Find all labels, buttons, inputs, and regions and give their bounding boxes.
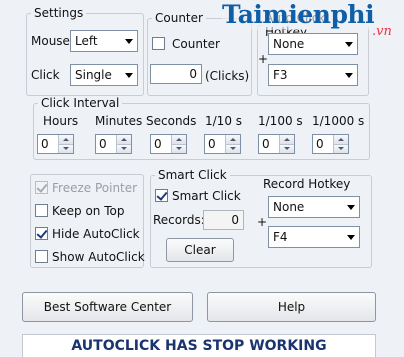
mouse-button-select[interactable]: Left bbox=[70, 30, 138, 52]
watermark-logo-suffix: .vn bbox=[372, 24, 392, 39]
hundredths-spinner[interactable]: 0 bbox=[258, 134, 295, 154]
spin-down-icon[interactable] bbox=[59, 144, 73, 153]
freeze-pointer-label[interactable]: Freeze Pointer bbox=[52, 180, 137, 196]
click-interval-legend: Click Interval bbox=[41, 96, 120, 110]
records-count-field: 0 bbox=[203, 210, 244, 230]
click-type-select[interactable]: Single bbox=[70, 64, 138, 86]
seconds-value[interactable]: 0 bbox=[151, 135, 171, 153]
chevron-down-icon[interactable] bbox=[121, 31, 137, 51]
chevron-down-icon[interactable] bbox=[341, 65, 357, 85]
minutes-value[interactable]: 0 bbox=[96, 135, 116, 153]
chevron-down-icon[interactable] bbox=[121, 65, 137, 85]
autoclick-modifier-select[interactable]: None bbox=[268, 33, 358, 55]
chevron-down-icon[interactable] bbox=[343, 227, 359, 247]
best-software-center-button[interactable]: Best Software Center bbox=[22, 292, 193, 322]
spin-up-icon[interactable] bbox=[172, 135, 186, 145]
minutes-label: Minutes bbox=[95, 114, 143, 128]
record-key-value: F4 bbox=[273, 230, 288, 244]
thousandths-spinner[interactable]: 0 bbox=[312, 134, 349, 154]
spin-up-icon[interactable] bbox=[334, 135, 348, 145]
mouse-label: Mouse bbox=[31, 34, 70, 48]
settings-legend: Settings bbox=[34, 6, 84, 20]
thousandths-label: 1/1000 s bbox=[312, 114, 365, 128]
click-type-value: Single bbox=[75, 68, 112, 82]
counter-checkbox[interactable] bbox=[152, 37, 165, 50]
watermark-logo: Taimienphi bbox=[222, 0, 375, 30]
hundredths-label: 1/100 s bbox=[258, 114, 303, 128]
hours-spinner[interactable]: 0 bbox=[37, 134, 74, 154]
freeze-pointer-checkbox[interactable] bbox=[35, 181, 48, 194]
spin-up-icon[interactable] bbox=[59, 135, 73, 145]
keep-on-top-checkbox[interactable] bbox=[35, 204, 48, 217]
smart-click-checkbox-label[interactable]: Smart Click bbox=[172, 188, 241, 204]
seconds-spinner[interactable]: 0 bbox=[150, 134, 187, 154]
status-banner: AUTOCLICK HAS STOP WORKING bbox=[22, 334, 376, 357]
counter-unit-label: (Clicks) bbox=[205, 69, 250, 83]
hours-label: Hours bbox=[43, 114, 79, 128]
click-label: Click bbox=[31, 68, 60, 82]
hours-value[interactable]: 0 bbox=[38, 135, 58, 153]
spin-up-icon[interactable] bbox=[280, 135, 294, 145]
record-plus-label: + bbox=[257, 215, 268, 229]
tenths-label: 1/10 s bbox=[205, 114, 243, 128]
spin-up-icon[interactable] bbox=[226, 135, 240, 145]
record-hotkey-label: Record Hotkey bbox=[263, 177, 351, 191]
spin-down-icon[interactable] bbox=[172, 144, 186, 153]
spin-down-icon[interactable] bbox=[117, 144, 131, 153]
autoclick-key-value: F3 bbox=[273, 68, 288, 82]
hide-autoclick-checkbox[interactable] bbox=[35, 227, 48, 240]
show-autoclick-checkbox[interactable] bbox=[35, 250, 48, 263]
autoclick-plus-label: + bbox=[258, 52, 269, 66]
record-key-select[interactable]: F4 bbox=[268, 226, 360, 248]
record-modifier-value: None bbox=[273, 200, 305, 214]
autoclick-modifier-value: None bbox=[273, 37, 305, 51]
show-autoclick-label[interactable]: Show AutoClick bbox=[52, 249, 145, 265]
hundredths-value[interactable]: 0 bbox=[259, 135, 279, 153]
smart-click-checkbox[interactable] bbox=[155, 189, 168, 202]
tenths-value[interactable]: 0 bbox=[205, 135, 225, 153]
counter-checkbox-label[interactable]: Counter bbox=[172, 36, 220, 52]
minutes-spinner[interactable]: 0 bbox=[95, 134, 132, 154]
clear-button[interactable]: Clear bbox=[166, 238, 234, 262]
records-label: Records: bbox=[153, 213, 205, 227]
seconds-label: Seconds bbox=[146, 114, 197, 128]
autoclick-key-select[interactable]: F3 bbox=[268, 64, 358, 86]
spin-up-icon[interactable] bbox=[117, 135, 131, 145]
spin-down-icon[interactable] bbox=[334, 144, 348, 153]
counter-legend: Counter bbox=[155, 11, 203, 25]
keep-on-top-label[interactable]: Keep on Top bbox=[52, 203, 124, 219]
tenths-spinner[interactable]: 0 bbox=[204, 134, 241, 154]
record-modifier-select[interactable]: None bbox=[268, 196, 360, 218]
counter-value-input[interactable]: 0 bbox=[150, 64, 202, 84]
spin-down-icon[interactable] bbox=[280, 144, 294, 153]
hide-autoclick-label[interactable]: Hide AutoClick bbox=[52, 226, 140, 242]
chevron-down-icon[interactable] bbox=[343, 197, 359, 217]
help-button[interactable]: Help bbox=[207, 292, 376, 322]
mouse-button-value: Left bbox=[75, 34, 98, 48]
smart-click-legend: Smart Click bbox=[158, 168, 227, 182]
thousandths-value[interactable]: 0 bbox=[313, 135, 333, 153]
chevron-down-icon[interactable] bbox=[341, 34, 357, 54]
spin-down-icon[interactable] bbox=[226, 144, 240, 153]
